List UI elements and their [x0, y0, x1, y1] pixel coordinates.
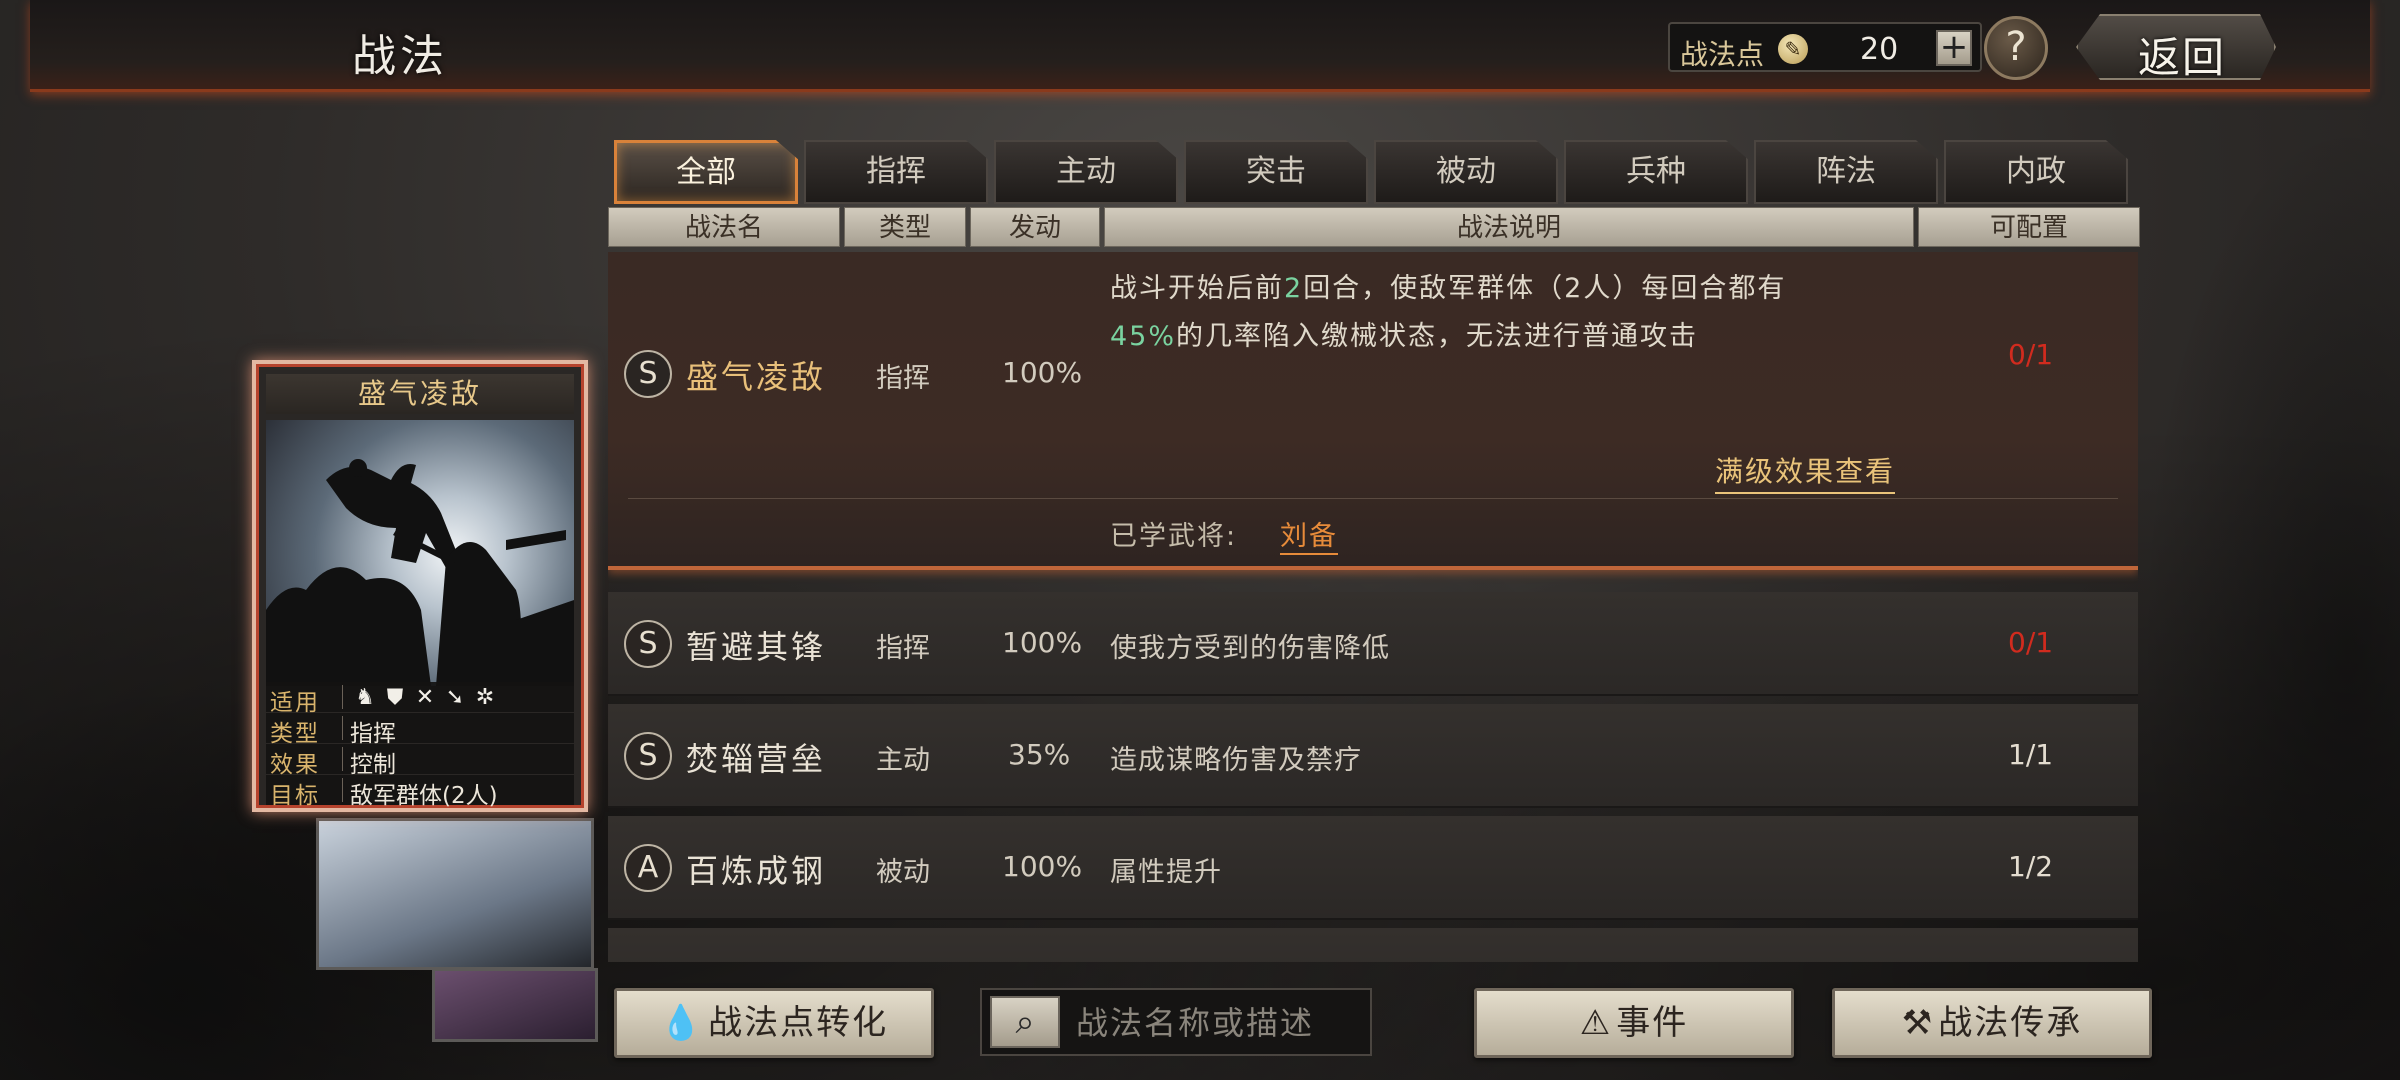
grade-badge: S	[624, 620, 672, 668]
grade-badge: S	[624, 350, 672, 398]
skill-point-coin-icon: ✎	[1778, 34, 1808, 64]
divider	[628, 498, 2118, 499]
config-count: 1/1	[2008, 738, 2054, 771]
card-info-table: 适用 ♞ ⛊ ✕ ➘ ✲ 类型 指挥 效果 控制 目标 敌军群体(2人)	[266, 682, 574, 809]
events-button[interactable]: ⚠ 事件	[1474, 988, 1794, 1058]
col-description: 战法说明	[1104, 207, 1914, 247]
skill-rate: 35%	[1008, 738, 1071, 771]
tab-assault[interactable]: 突击	[1184, 140, 1368, 204]
card-target-row: 目标 敌军群体(2人)	[266, 775, 574, 809]
tab-troop-type[interactable]: 兵种	[1564, 140, 1748, 204]
card-type-row: 类型 指挥	[266, 713, 574, 747]
help-button[interactable]: ?	[1984, 16, 2048, 80]
card-illustration	[266, 420, 574, 686]
back-button-label: 返回	[2138, 33, 2227, 82]
skill-row-partial[interactable]	[608, 928, 2138, 962]
skill-inherit-button[interactable]: ⚒ 战法传承	[1832, 988, 2152, 1058]
skill-name: 百炼成钢	[686, 852, 827, 890]
grade-badge: A	[624, 844, 672, 892]
skill-points-display: 战法点 ✎ 20 +	[1668, 22, 1982, 72]
tab-formation[interactable]: 阵法	[1754, 140, 1938, 204]
chance-highlight: 45%	[1110, 321, 1177, 352]
learned-general-label: 已学武将:	[1110, 521, 1238, 552]
skill-type: 主动	[876, 745, 930, 776]
skill-list: S 盛气凌敌 指挥 100% 战斗开始后前2回合，使敌军群体（2人）每回合都有 …	[608, 252, 2138, 962]
skill-points-value: 20	[1860, 32, 1899, 67]
config-count: 0/1	[2008, 626, 2054, 659]
skill-type: 被动	[876, 857, 930, 888]
skill-row[interactable]: S 暂避其锋 指挥 100% 使我方受到的伤害降低 0/1	[608, 592, 2138, 696]
skill-points-label: 战法点	[1680, 38, 1765, 71]
card-stack-back	[432, 968, 598, 1042]
config-count: 0/1	[2008, 338, 2054, 371]
convert-points-button[interactable]: 💧 战法点转化	[614, 988, 934, 1058]
ink-decoration-right	[2140, 120, 2400, 1020]
skill-name: 暂避其锋	[686, 628, 827, 666]
flame-icon: 💧	[659, 1003, 705, 1043]
skill-rate: 100%	[1002, 356, 1083, 389]
card-apply-row: 适用 ♞ ⛊ ✕ ➘ ✲	[266, 682, 574, 716]
tab-passive[interactable]: 被动	[1374, 140, 1558, 204]
rounds-highlight: 2	[1284, 273, 1304, 304]
tab-command[interactable]: 指挥	[804, 140, 988, 204]
skill-description: 属性提升	[1110, 857, 1222, 888]
skill-type: 指挥	[876, 633, 930, 664]
col-type[interactable]: 类型	[844, 207, 966, 247]
search-bar: ⌕	[980, 988, 1372, 1056]
config-count: 1/2	[2008, 850, 2054, 883]
max-level-effect-link[interactable]: 满级效果查看	[1715, 450, 1896, 494]
col-skill-name[interactable]: 战法名	[608, 207, 840, 247]
search-icon[interactable]: ⌕	[990, 996, 1060, 1048]
grade-badge: S	[624, 732, 672, 780]
card-title: 盛气凌敌	[266, 374, 574, 414]
skill-card[interactable]: 盛气凌敌 适用 ♞ ⛊ ✕ ➘ ✲ 类型 指挥 效果 控制 目标 敌军群体(2人…	[252, 360, 588, 812]
skill-name: 盛气凌敌	[686, 358, 827, 396]
bow-icon: ✕	[415, 685, 435, 710]
tab-all[interactable]: 全部	[614, 140, 798, 204]
skill-rate: 100%	[1002, 850, 1083, 883]
alert-icon: ⚠	[1579, 1003, 1613, 1043]
skill-description-line2: 45%的几率陷入缴械状态，无法进行普通攻击	[1110, 321, 1699, 352]
skill-description: 造成谋略伤害及禁疗	[1110, 745, 1362, 776]
search-input[interactable]	[1076, 998, 1366, 1048]
skill-row[interactable]: A 百炼成钢 被动 100% 属性提升 1/2	[608, 816, 2138, 920]
unit-type-icons: ♞ ⛊ ✕ ➘ ✲	[350, 685, 500, 710]
skill-rate: 100%	[1002, 626, 1083, 659]
skill-row-expanded[interactable]: S 盛气凌敌 指挥 100% 战斗开始后前2回合，使敌军群体（2人）每回合都有 …	[608, 252, 2138, 570]
card-effect-row: 效果 控制	[266, 744, 574, 778]
skill-description: 使我方受到的伤害降低	[1110, 633, 1390, 664]
skill-row[interactable]: S 焚辎营垒 主动 35% 造成谋略伤害及禁疗 1/1	[608, 704, 2138, 808]
battle-silhouette-image	[266, 459, 574, 686]
tab-internal-affairs[interactable]: 内政	[1944, 140, 2128, 204]
cavalry-icon: ♞	[355, 685, 375, 710]
col-trigger[interactable]: 发动	[970, 207, 1100, 247]
add-points-button[interactable]: +	[1936, 30, 1972, 66]
card-stack-back	[316, 818, 594, 970]
skill-name: 焚辎营垒	[686, 740, 827, 778]
hammer-icon: ⚒	[1901, 1003, 1935, 1043]
col-configurable[interactable]: 可配置	[1918, 207, 2140, 247]
skill-description-line1: 战斗开始后前2回合，使敌军群体（2人）每回合都有	[1110, 273, 1787, 304]
learned-general-name[interactable]: 刘备	[1280, 514, 1338, 555]
skill-type: 指挥	[876, 363, 930, 394]
wheel-icon: ✲	[475, 685, 495, 710]
spear-icon: ➘	[445, 685, 465, 710]
back-button[interactable]: 返回	[2076, 14, 2276, 80]
tab-active[interactable]: 主动	[994, 140, 1178, 204]
shield-icon: ⛊	[386, 685, 404, 710]
page-title: 战法	[352, 31, 448, 82]
